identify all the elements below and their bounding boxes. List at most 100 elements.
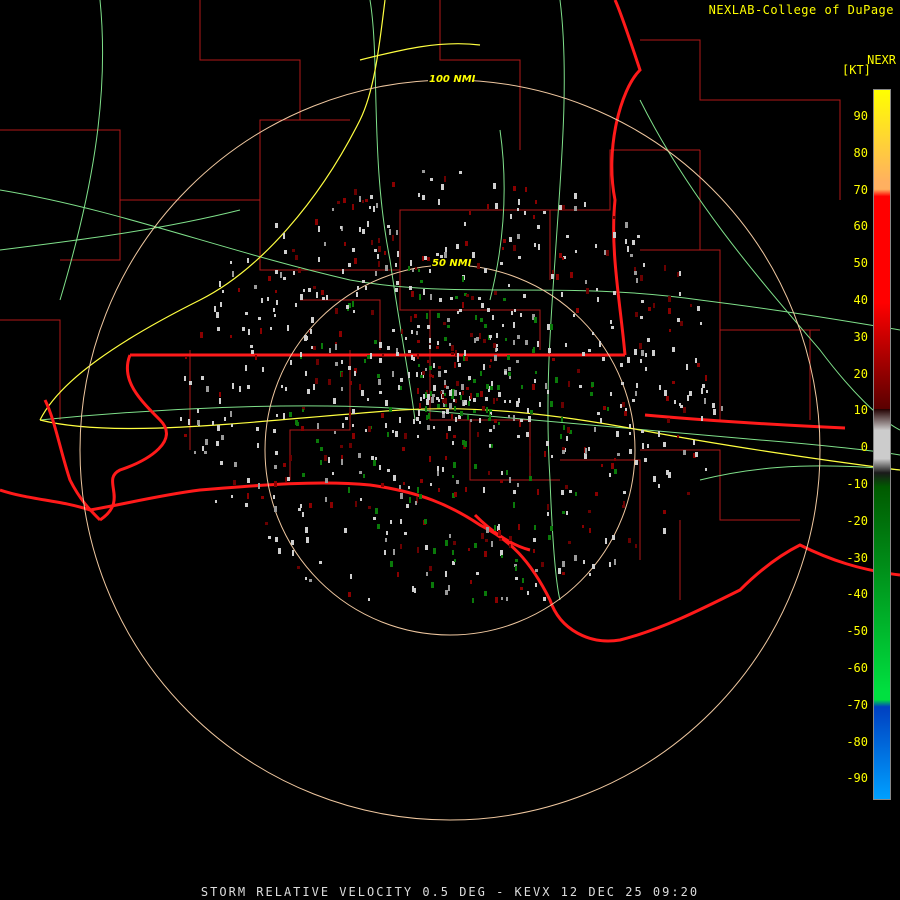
radar-return-pixel <box>534 317 537 323</box>
radar-return-pixel <box>375 457 377 460</box>
radar-return-pixel <box>498 422 500 425</box>
radar-return-pixel <box>349 412 351 416</box>
radar-return-pixel <box>556 274 559 280</box>
radar-return-pixel <box>444 398 447 404</box>
radar-return-pixel <box>489 444 491 447</box>
radar-return-pixel <box>520 419 523 422</box>
radar-return-pixel <box>184 434 187 437</box>
radar-return-pixel <box>375 271 377 276</box>
radar-return-pixel <box>712 403 715 408</box>
radar-return-pixel <box>455 417 457 422</box>
radar-return-pixel <box>470 393 472 399</box>
radar-return-pixel <box>357 286 359 290</box>
radar-return-pixel <box>221 435 224 440</box>
radar-return-pixel <box>622 402 625 407</box>
radar-return-pixel <box>425 368 427 371</box>
radar-return-pixel <box>348 592 351 597</box>
radar-return-pixel <box>485 539 488 542</box>
radar-return-pixel <box>429 366 432 370</box>
radar-return-pixel <box>462 302 464 308</box>
radar-return-pixel <box>565 343 567 347</box>
radar-return-pixel <box>431 397 434 403</box>
radar-return-pixel <box>480 371 482 376</box>
radar-return-pixel <box>695 358 697 363</box>
radar-return-pixel <box>561 417 563 422</box>
radar-return-pixel <box>620 404 622 408</box>
radar-return-pixel <box>377 374 380 378</box>
radar-return-pixel <box>513 340 515 345</box>
radar-return-pixel <box>468 548 470 551</box>
radar-return-pixel <box>378 379 381 385</box>
radar-return-pixel <box>456 381 459 386</box>
radar-return-pixel <box>449 403 452 409</box>
radar-return-pixel <box>500 480 503 483</box>
radar-return-pixel <box>325 478 328 483</box>
radar-return-pixel <box>230 261 232 264</box>
radar-return-pixel <box>474 543 477 548</box>
radar-return-pixel <box>534 525 536 530</box>
radar-return-pixel <box>607 407 609 411</box>
radar-return-pixel <box>430 294 432 300</box>
radar-return-pixel <box>201 376 204 380</box>
radar-return-pixel <box>562 561 565 567</box>
radar-return-pixel <box>370 353 372 359</box>
radar-return-pixel <box>488 471 490 475</box>
radar-return-pixel <box>432 394 435 397</box>
radar-return-pixel <box>395 288 398 292</box>
radar-return-pixel <box>410 260 412 266</box>
radar-return-pixel <box>427 425 430 430</box>
radar-return-pixel <box>395 263 397 267</box>
radar-return-pixel <box>415 267 417 270</box>
radar-return-pixel <box>348 366 351 370</box>
radar-return-pixel <box>276 300 278 305</box>
radar-return-pixel <box>180 417 182 421</box>
radar-return-pixel <box>377 524 380 529</box>
radar-return-pixel <box>448 426 451 431</box>
radar-return-pixel <box>437 466 439 471</box>
radar-return-pixel <box>575 250 577 253</box>
radar-return-pixel <box>647 444 649 448</box>
radar-return-pixel <box>614 469 617 474</box>
radar-return-pixel <box>341 455 343 459</box>
radar-return-pixel <box>255 355 257 360</box>
radar-return-pixel <box>408 372 410 378</box>
radar-return-pixel <box>300 504 302 508</box>
radar-return-pixel <box>453 541 456 545</box>
radar-return-pixel <box>447 318 450 322</box>
radar-return-pixel <box>570 272 573 278</box>
radar-return-pixel <box>300 294 303 300</box>
radar-return-pixel <box>648 307 651 311</box>
radar-return-pixel <box>611 463 614 469</box>
radar-return-pixel <box>390 561 393 567</box>
radar-return-pixel <box>419 421 421 424</box>
radar-return-pixel <box>533 347 535 350</box>
radar-return-pixel <box>668 296 671 302</box>
radar-return-pixel <box>690 304 692 307</box>
radar-return-pixel <box>189 381 192 385</box>
radar-return-pixel <box>359 227 361 232</box>
radar-return-pixel <box>652 350 655 356</box>
radar-return-pixel <box>515 566 517 571</box>
radar-return-pixel <box>464 350 466 356</box>
radar-return-pixel <box>400 493 403 499</box>
colorbar-tick-label: 20 <box>853 366 868 381</box>
radar-return-pixel <box>422 256 424 261</box>
radar-return-pixel <box>446 433 448 439</box>
radar-return-pixel <box>601 464 603 467</box>
radar-return-pixel <box>454 406 456 411</box>
radar-return-pixel <box>307 389 310 394</box>
radar-return-pixel <box>417 435 419 438</box>
radar-return-pixel <box>219 281 221 287</box>
radar-return-pixel <box>385 538 387 542</box>
radar-return-pixel <box>362 200 364 203</box>
radar-return-pixel <box>701 416 703 421</box>
radar-return-pixel <box>295 303 297 307</box>
radar-return-pixel <box>359 196 361 202</box>
radar-return-pixel <box>640 316 643 319</box>
radar-return-pixel <box>379 358 382 363</box>
radar-return-pixel <box>313 286 316 289</box>
radar-return-pixel <box>482 406 485 411</box>
radar-return-pixel <box>613 216 616 219</box>
radar-return-pixel <box>483 339 486 343</box>
radar-return-pixel <box>418 364 420 367</box>
